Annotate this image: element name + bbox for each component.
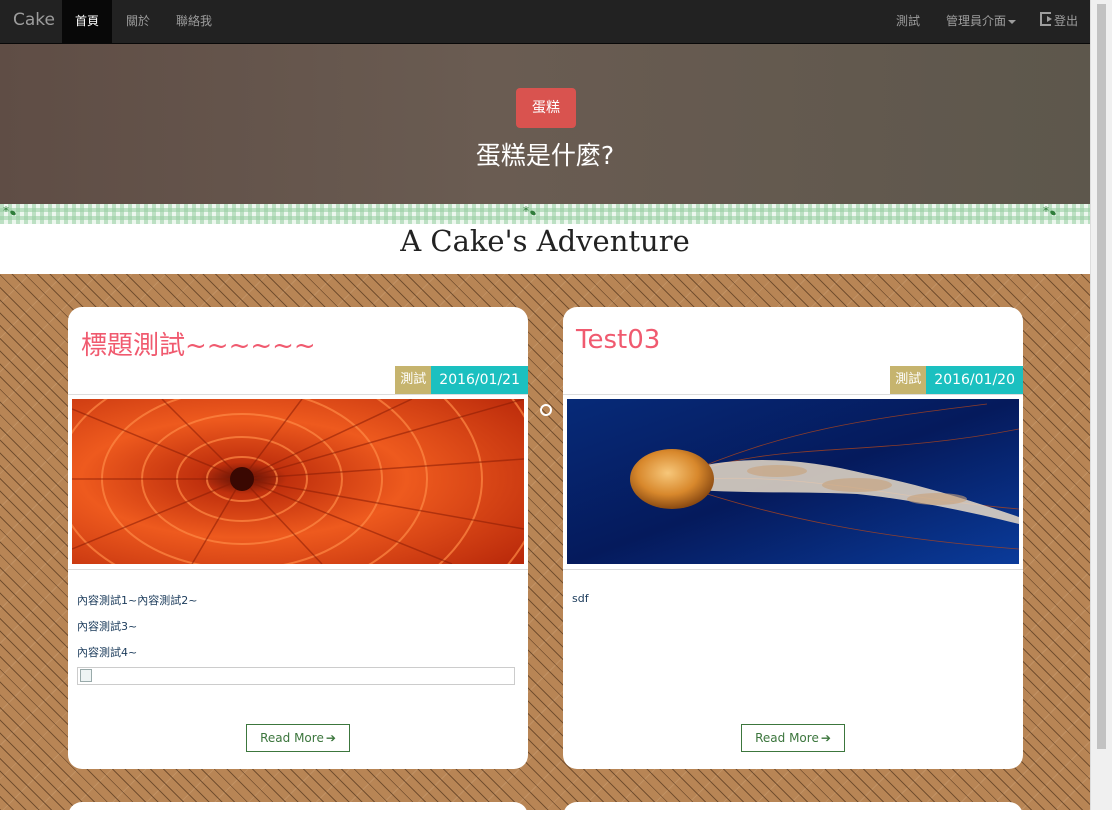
hero-banner: 蛋糕 蛋糕是什麼? bbox=[0, 44, 1090, 204]
post-body-line: 內容測試3~ bbox=[77, 620, 138, 633]
nav-about[interactable]: 關於 bbox=[126, 0, 150, 43]
zigzag-edge bbox=[0, 268, 1090, 278]
read-more-label: Read More bbox=[260, 731, 324, 745]
divider bbox=[563, 569, 1023, 570]
post-image[interactable] bbox=[72, 399, 524, 564]
divider bbox=[68, 569, 528, 570]
post-date: 2016/01/20 bbox=[926, 366, 1023, 394]
caret-down-icon bbox=[1008, 19, 1017, 24]
sprig-icon: * bbox=[1043, 205, 1057, 217]
read-more-button[interactable]: Read More ➔ bbox=[741, 724, 845, 752]
nav-test[interactable]: 測試 bbox=[896, 0, 920, 43]
post-meta: 測試 2016/01/21 bbox=[395, 366, 528, 394]
top-navbar: Cake 首頁 關於 聯絡我 測試 管理員介面 登出 bbox=[0, 0, 1090, 44]
hero-title: 蛋糕是什麼? bbox=[475, 141, 615, 170]
arrow-right-icon: ➔ bbox=[820, 731, 831, 745]
logout-label: 登出 bbox=[1054, 14, 1079, 28]
post-category-tag[interactable]: 測試 bbox=[395, 366, 432, 394]
post-meta: 測試 2016/01/20 bbox=[890, 366, 1023, 394]
post-body-line: 內容測試1~內容測試2~ bbox=[77, 594, 198, 607]
post-title[interactable]: Test03 bbox=[576, 325, 660, 355]
nav-contact[interactable]: 聯絡我 bbox=[176, 0, 212, 43]
chrysanthemum-image bbox=[72, 399, 524, 564]
broken-image-placeholder bbox=[77, 667, 515, 685]
post-image[interactable] bbox=[567, 399, 1019, 564]
sprig-icon: * bbox=[523, 205, 537, 217]
post-card-partial bbox=[563, 802, 1023, 822]
site-title: A Cake's Adventure bbox=[400, 224, 690, 258]
admin-dropdown[interactable]: 管理員介面 bbox=[946, 0, 1017, 43]
logout-icon bbox=[1040, 12, 1052, 26]
post-body-line: 內容測試4~ bbox=[77, 646, 138, 659]
post-card: 標題測試~~~~~~ 測試 2016/01/21 內容測試1~內容測試2~ 內容… bbox=[68, 307, 528, 769]
post-card-partial bbox=[68, 802, 528, 822]
logout-link[interactable]: 登出 bbox=[1040, 0, 1078, 43]
hero-category-badge[interactable]: 蛋糕 bbox=[516, 88, 576, 128]
read-more-label: Read More bbox=[755, 731, 819, 745]
post-date: 2016/01/21 bbox=[431, 366, 528, 394]
read-more-button[interactable]: Read More ➔ bbox=[246, 724, 350, 752]
loading-spinner-icon bbox=[540, 404, 552, 416]
post-category-tag[interactable]: 測試 bbox=[890, 366, 927, 394]
divider bbox=[563, 394, 1023, 395]
scrollbar-thumb[interactable] bbox=[1097, 4, 1106, 749]
jellyfish-image bbox=[567, 399, 1019, 564]
nav-home[interactable]: 首頁 bbox=[62, 0, 113, 43]
gingham-divider: * * * bbox=[0, 204, 1090, 224]
post-title[interactable]: 標題測試~~~~~~ bbox=[81, 325, 316, 362]
post-body-line: sdf bbox=[572, 592, 589, 605]
arrow-right-icon: ➔ bbox=[325, 731, 336, 745]
brand-link[interactable]: Cake bbox=[13, 10, 55, 30]
admin-dropdown-label: 管理員介面 bbox=[946, 14, 1007, 28]
sprig-icon: * bbox=[3, 205, 17, 217]
post-card: Test03 測試 2016/01/20 sdf Read More ➔ bbox=[563, 307, 1023, 769]
divider bbox=[68, 394, 528, 395]
broken-image-icon bbox=[80, 669, 92, 682]
